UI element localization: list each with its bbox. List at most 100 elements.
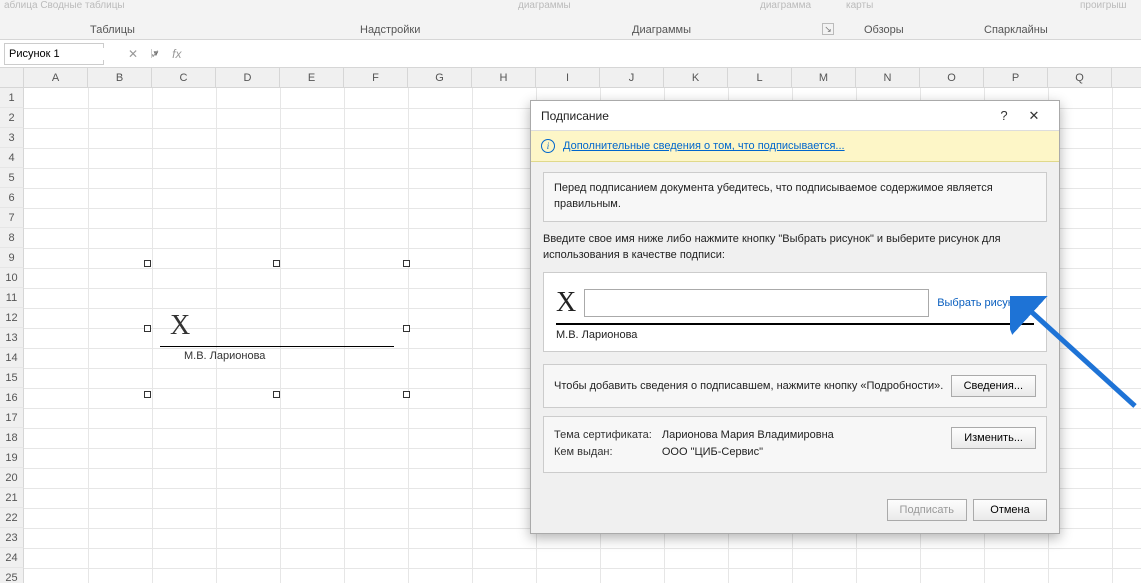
row-header[interactable]: 14 — [0, 348, 24, 368]
dialog-info-bar: i Дополнительные сведения о том, что под… — [531, 131, 1059, 162]
ribbon-group-addins: Надстройки — [360, 24, 420, 36]
select-all-corner[interactable] — [0, 68, 24, 87]
row-header[interactable]: 12 — [0, 308, 24, 328]
ribbon-groups-row: Таблицы Надстройки Диаграммы ↘ Обзоры Сп… — [0, 20, 1141, 40]
row-header[interactable]: 21 — [0, 488, 24, 508]
row-header[interactable]: 3 — [0, 128, 24, 148]
col-header[interactable]: Q — [1048, 68, 1112, 87]
col-header[interactable]: L — [728, 68, 792, 87]
details-button[interactable]: Сведения... — [951, 375, 1036, 397]
row-header[interactable]: 20 — [0, 468, 24, 488]
row-header[interactable]: 17 — [0, 408, 24, 428]
signature-name-input[interactable] — [584, 289, 929, 317]
certificate-row: Тема сертификата: Кем выдан: Ларионова М… — [543, 416, 1047, 473]
resize-handle[interactable] — [403, 391, 410, 398]
column-headers: A B C D E F G H I J K L M N O P Q — [0, 68, 1141, 88]
cert-issuer-label: Кем выдан: — [554, 444, 652, 462]
col-header[interactable]: I — [536, 68, 600, 87]
col-header[interactable]: C — [152, 68, 216, 87]
row-header[interactable]: 22 — [0, 508, 24, 528]
col-header[interactable]: B — [88, 68, 152, 87]
formula-bar-buttons: ✕ ✓ fx — [128, 47, 181, 61]
col-header[interactable]: A — [24, 68, 88, 87]
row-header[interactable]: 24 — [0, 548, 24, 568]
fx-icon[interactable]: fx — [172, 47, 181, 61]
row-header[interactable]: 9 — [0, 248, 24, 268]
ribbon-fragment: диаграммы — [518, 0, 571, 11]
row-header[interactable]: 19 — [0, 448, 24, 468]
help-icon[interactable]: ? — [989, 108, 1019, 123]
row-header[interactable]: 25 — [0, 568, 24, 583]
col-header[interactable]: P — [984, 68, 1048, 87]
ribbon-fragment: проигрыш — [1080, 0, 1127, 11]
ribbon-group-tables: Таблицы — [90, 24, 135, 36]
row-header[interactable]: 13 — [0, 328, 24, 348]
ribbon-fragment: аблица Сводные таблицы — [4, 0, 125, 11]
resize-handle[interactable] — [273, 391, 280, 398]
signature-signer-name: М.В. Ларионова — [184, 350, 265, 362]
formula-bar-row: ▼ ✕ ✓ fx — [0, 40, 1141, 68]
resize-handle[interactable] — [273, 260, 280, 267]
name-box[interactable]: ▼ — [4, 43, 104, 65]
more-info-link[interactable]: Дополнительные сведения о том, что подпи… — [563, 140, 845, 152]
row-header[interactable]: 11 — [0, 288, 24, 308]
cert-issuer-value: ООО "ЦИБ-Сервис" — [662, 444, 834, 462]
signature-input-panel: X Выбрать рисунок... М.В. Ларионова — [543, 272, 1047, 352]
details-row: Чтобы добавить сведения о подписавшем, н… — [543, 364, 1047, 408]
row-header[interactable]: 8 — [0, 228, 24, 248]
col-header[interactable]: N — [856, 68, 920, 87]
details-text: Чтобы добавить сведения о подписавшем, н… — [554, 380, 951, 392]
row-header[interactable]: 2 — [0, 108, 24, 128]
cancel-icon[interactable]: ✕ — [128, 47, 138, 61]
row-header[interactable]: 10 — [0, 268, 24, 288]
row-header[interactable]: 1 — [0, 88, 24, 108]
ribbon-fragment: карты — [846, 0, 873, 11]
signature-x-mark: X — [170, 310, 190, 342]
resize-handle[interactable] — [403, 260, 410, 267]
row-header[interactable]: 5 — [0, 168, 24, 188]
row-header[interactable]: 4 — [0, 148, 24, 168]
row-header[interactable]: 15 — [0, 368, 24, 388]
signature-line — [160, 346, 394, 347]
row-header[interactable]: 23 — [0, 528, 24, 548]
ribbon-fragment: диаграмма — [760, 0, 811, 11]
row-header[interactable]: 6 — [0, 188, 24, 208]
sign-dialog: Подписание ? ✕ i Дополнительные сведения… — [530, 100, 1060, 534]
charts-dialog-launcher-icon[interactable]: ↘ — [822, 23, 834, 35]
resize-handle[interactable] — [144, 260, 151, 267]
col-header[interactable]: F — [344, 68, 408, 87]
close-icon[interactable]: ✕ — [1019, 108, 1049, 124]
ribbon-group-charts: Диаграммы — [632, 24, 691, 36]
dialog-footer: Подписать Отмена — [531, 491, 1059, 533]
ribbon-group-sparklines: Спарклайны — [984, 24, 1048, 36]
resize-handle[interactable] — [403, 325, 410, 332]
change-cert-button[interactable]: Изменить... — [951, 427, 1036, 449]
info-icon: i — [541, 139, 555, 153]
resize-handle[interactable] — [144, 325, 151, 332]
col-header[interactable]: E — [280, 68, 344, 87]
col-header[interactable]: O — [920, 68, 984, 87]
col-header[interactable]: J — [600, 68, 664, 87]
sign-button[interactable]: Подписать — [887, 499, 967, 521]
col-header[interactable]: D — [216, 68, 280, 87]
signature-line — [556, 323, 1034, 325]
row-header[interactable]: 16 — [0, 388, 24, 408]
col-header[interactable]: M — [792, 68, 856, 87]
confirm-icon[interactable]: ✓ — [150, 47, 160, 61]
cert-subject-label: Тема сертификата: — [554, 427, 652, 445]
signature-signer-label: М.В. Ларионова — [556, 329, 1034, 341]
row-header[interactable]: 18 — [0, 428, 24, 448]
ribbon-commands-row: аблица Сводные таблицы диаграммы диаграм… — [0, 0, 1141, 20]
warning-text: Перед подписанием документа убедитесь, ч… — [543, 172, 1047, 222]
ribbon-group-tours: Обзоры — [864, 24, 904, 36]
row-header[interactable]: 7 — [0, 208, 24, 228]
col-header[interactable]: K — [664, 68, 728, 87]
signature-line-object[interactable]: X М.В. Ларионова — [148, 264, 406, 394]
cancel-button[interactable]: Отмена — [973, 499, 1047, 521]
col-header[interactable]: G — [408, 68, 472, 87]
resize-handle[interactable] — [144, 391, 151, 398]
cert-subject-value: Ларионова Мария Владимировна — [662, 427, 834, 445]
dialog-titlebar[interactable]: Подписание ? ✕ — [531, 101, 1059, 131]
select-image-link[interactable]: Выбрать рисунок... — [937, 297, 1034, 309]
col-header[interactable]: H — [472, 68, 536, 87]
